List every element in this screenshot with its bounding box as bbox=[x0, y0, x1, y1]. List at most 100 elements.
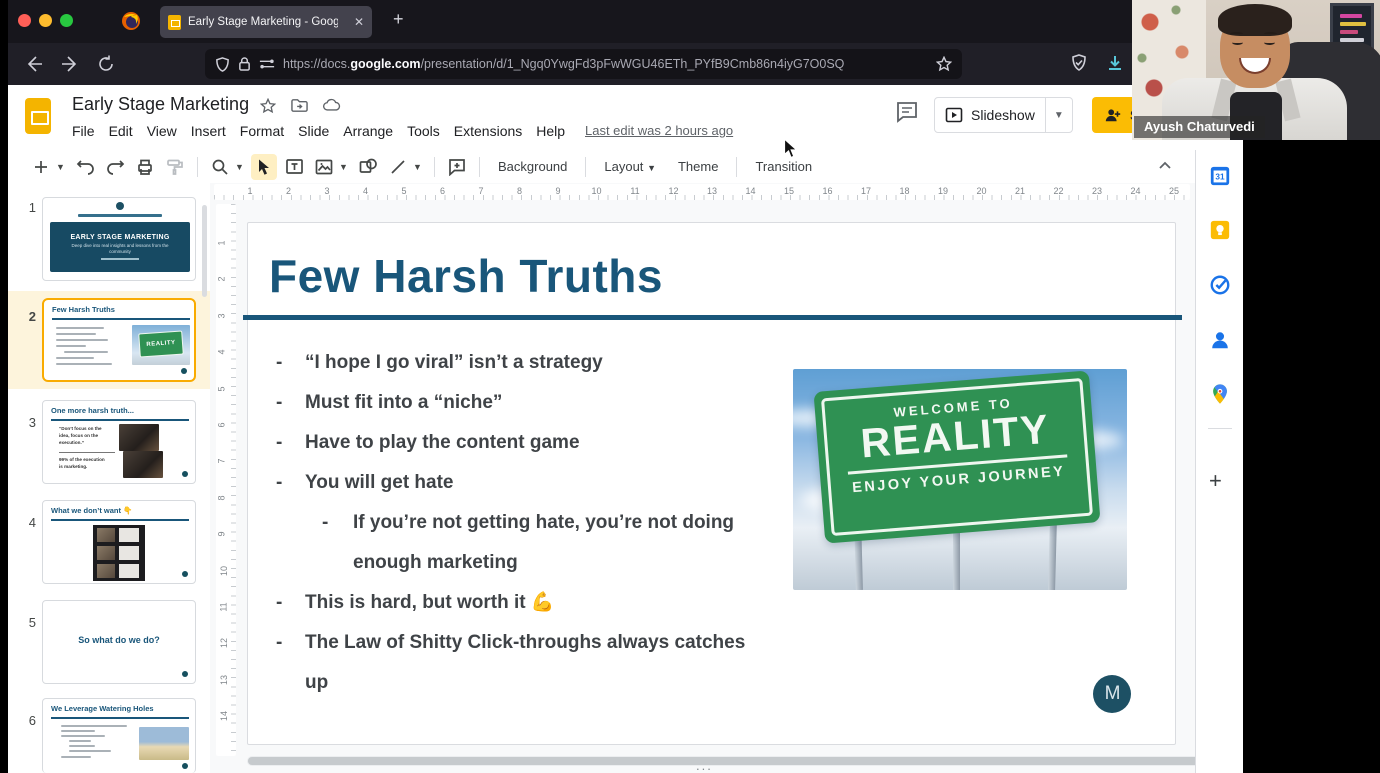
lock-icon[interactable] bbox=[238, 57, 251, 71]
traffic-light-zoom[interactable] bbox=[60, 14, 73, 27]
document-title[interactable]: Early Stage Marketing bbox=[72, 94, 249, 115]
calendar-icon[interactable]: 31 bbox=[1209, 165, 1231, 187]
firefox-icon[interactable] bbox=[121, 11, 141, 31]
select-tool-button[interactable] bbox=[251, 154, 277, 180]
last-edit-link[interactable]: Last edit was 2 hours ago bbox=[585, 123, 733, 138]
hruler-tick-7: 7 bbox=[478, 186, 483, 196]
permissions-icon[interactable] bbox=[259, 58, 275, 70]
zoom-dropdown[interactable]: ▼ bbox=[235, 162, 247, 172]
sign-line-main: REALITY bbox=[859, 408, 1051, 466]
filmstrip-scrollbar[interactable] bbox=[202, 205, 207, 297]
thumb4-image bbox=[93, 525, 145, 581]
menu-insert[interactable]: Insert bbox=[184, 120, 233, 142]
new-slide-dropdown[interactable]: ▼ bbox=[56, 162, 68, 172]
forward-icon[interactable] bbox=[60, 54, 80, 74]
menu-edit[interactable]: Edit bbox=[102, 120, 140, 142]
svg-text:31: 31 bbox=[1215, 173, 1225, 182]
star-icon[interactable] bbox=[260, 98, 276, 114]
traffic-light-close[interactable] bbox=[18, 14, 31, 27]
print-button[interactable] bbox=[132, 154, 158, 180]
insert-shape-button[interactable] bbox=[355, 154, 381, 180]
bookmark-star-icon[interactable] bbox=[936, 56, 952, 72]
thumb4-title: What we don’t want 👇 bbox=[51, 506, 132, 515]
slide-canvas[interactable]: Few Harsh Truths -“I hope I go viral” is… bbox=[247, 222, 1176, 745]
undo-button[interactable] bbox=[72, 154, 98, 180]
bullet-dash: - bbox=[276, 423, 305, 463]
redo-button[interactable] bbox=[102, 154, 128, 180]
bullet-dash: - bbox=[276, 383, 305, 423]
menu-extensions[interactable]: Extensions bbox=[447, 120, 529, 142]
slide-bullet-4: -You will get hate bbox=[276, 463, 756, 503]
webcam-name-label: Ayush Chaturvedi bbox=[1134, 116, 1265, 138]
reality-sign-image[interactable]: WELCOME TO REALITY ENJOY YOUR JOURNEY bbox=[793, 369, 1127, 590]
url-bar[interactable]: https://docs.google.com/presentation/d/1… bbox=[205, 49, 962, 79]
menu-format[interactable]: Format bbox=[233, 120, 291, 142]
slide-thumbnail-1[interactable]: EARLY STAGE MARKETING Deep dive into rea… bbox=[42, 197, 196, 281]
zoom-button[interactable] bbox=[207, 154, 233, 180]
slide-thumbnail-3[interactable]: One more harsh truth... “Don’t focus on … bbox=[42, 400, 196, 484]
download-icon[interactable] bbox=[1106, 54, 1124, 72]
menu-arrange[interactable]: Arrange bbox=[336, 120, 400, 142]
hruler-tick-2: 2 bbox=[286, 186, 291, 196]
vruler-tick-13: 13 bbox=[219, 675, 229, 685]
notes-drag-handle[interactable]: ... bbox=[696, 758, 713, 773]
screen: Early Stage Marketing - Google ✕ + https… bbox=[0, 0, 1380, 773]
bullet-list[interactable]: -“I hope I go viral” isn’t a strategy-Mu… bbox=[276, 343, 756, 703]
tab-close-icon[interactable]: ✕ bbox=[354, 15, 364, 29]
menu-help[interactable]: Help bbox=[529, 120, 572, 142]
theme-button[interactable]: Theme bbox=[669, 155, 727, 178]
slide-thumbnail-2[interactable]: Few Harsh Truths REALITY bbox=[42, 298, 196, 382]
protection-shield-icon[interactable] bbox=[1070, 54, 1088, 72]
horizontal-scrollbar[interactable] bbox=[247, 756, 1237, 766]
hruler-tick-14: 14 bbox=[745, 186, 755, 196]
thumb1-title: EARLY STAGE MARKETING bbox=[70, 234, 169, 241]
insert-comment-button[interactable] bbox=[444, 154, 470, 180]
menu-tools[interactable]: Tools bbox=[400, 120, 447, 142]
paint-format-button[interactable] bbox=[162, 154, 188, 180]
collapse-toolbar-icon[interactable] bbox=[1157, 158, 1173, 174]
hruler-tick-25: 25 bbox=[1169, 186, 1179, 196]
new-tab-button[interactable]: + bbox=[393, 9, 404, 30]
layout-button[interactable]: Layout ▼ bbox=[595, 155, 665, 178]
browser-tab[interactable]: Early Stage Marketing - Google ✕ bbox=[160, 6, 372, 38]
get-addons-button[interactable]: + bbox=[1209, 468, 1222, 494]
slideshow-button[interactable]: Slideshow ▼ bbox=[934, 97, 1073, 133]
insert-line-dropdown[interactable]: ▼ bbox=[413, 162, 425, 172]
move-folder-icon[interactable] bbox=[291, 98, 308, 113]
keep-icon[interactable] bbox=[1209, 219, 1231, 241]
shield-icon[interactable] bbox=[215, 57, 230, 72]
tasks-icon[interactable] bbox=[1209, 274, 1231, 296]
reload-icon[interactable] bbox=[96, 54, 116, 74]
maps-icon[interactable] bbox=[1209, 383, 1231, 405]
insert-line-button[interactable] bbox=[385, 154, 411, 180]
share-person-icon bbox=[1104, 107, 1122, 123]
insert-image-button[interactable] bbox=[311, 154, 337, 180]
menu-slide[interactable]: Slide bbox=[291, 120, 336, 142]
edit-toolbar: ▼ ▼ ▼ ▼ Background Layout ▼ Theme Transi… bbox=[8, 150, 1243, 183]
background-button[interactable]: Background bbox=[489, 155, 576, 178]
back-icon[interactable] bbox=[24, 54, 44, 74]
insert-image-dropdown[interactable]: ▼ bbox=[339, 162, 351, 172]
bullet-dash: - bbox=[276, 583, 305, 623]
hruler-tick-19: 19 bbox=[938, 186, 948, 196]
hruler-tick-6: 6 bbox=[440, 186, 445, 196]
slideshow-dropdown[interactable]: ▼ bbox=[1045, 98, 1072, 132]
slide-thumbnail-6[interactable]: We Leverage Watering Holes bbox=[42, 698, 196, 773]
traffic-light-minimize[interactable] bbox=[39, 14, 52, 27]
slide-thumbnail-4[interactable]: What we don’t want 👇 bbox=[42, 500, 196, 584]
text-box-button[interactable] bbox=[281, 154, 307, 180]
menu-view[interactable]: View bbox=[140, 120, 184, 142]
slides-header: Early Stage Marketing FileEditViewInsert… bbox=[8, 85, 1243, 150]
comment-history-icon[interactable] bbox=[895, 100, 919, 124]
hruler-tick-23: 23 bbox=[1092, 186, 1102, 196]
sign-post bbox=[1048, 519, 1057, 590]
slide-bullet-7: -The Law of Shitty Click-throughs always… bbox=[276, 623, 756, 703]
bullet-dash: - bbox=[276, 343, 305, 383]
menu-file[interactable]: File bbox=[65, 120, 102, 142]
slides-app-icon[interactable] bbox=[25, 98, 51, 134]
cloud-status-icon[interactable] bbox=[323, 98, 341, 112]
new-slide-button[interactable] bbox=[28, 154, 54, 180]
slide-thumbnail-5[interactable]: So what do we do? bbox=[42, 600, 196, 684]
slide-title[interactable]: Few Harsh Truths bbox=[269, 249, 663, 303]
contacts-icon[interactable] bbox=[1209, 329, 1231, 351]
